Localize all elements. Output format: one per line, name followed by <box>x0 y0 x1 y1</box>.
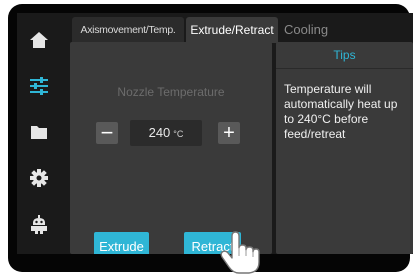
temperature-unit: °C <box>173 129 184 139</box>
gear-icon[interactable] <box>28 167 50 189</box>
tab-cooling[interactable]: Cooling <box>280 17 354 43</box>
nozzle-temperature-field[interactable]: 240 °C <box>130 120 202 146</box>
folder-icon[interactable] <box>28 121 50 143</box>
tab-extrude-retract[interactable]: Extrude/Retract <box>186 17 278 43</box>
tips-title: Tips <box>276 42 413 69</box>
robot-icon[interactable] <box>28 213 50 235</box>
touch-screen: Axismovement/Temp. Extrude/Retract Cooli… <box>17 13 413 254</box>
tab-axis-movement[interactable]: Axismovement/Temp. <box>72 17 184 43</box>
home-icon[interactable] <box>28 29 50 51</box>
increase-temperature-button[interactable]: + <box>218 122 240 144</box>
tips-panel: Tips Temperature will automatically heat… <box>276 42 413 254</box>
extrude-button[interactable]: Extrude <box>94 232 149 254</box>
sliders-icon[interactable] <box>28 75 50 97</box>
tips-text: Temperature will automatically heat up t… <box>284 82 398 141</box>
decrease-temperature-button[interactable]: − <box>96 122 118 144</box>
nozzle-temperature-value: 240 <box>148 125 171 140</box>
tap-hand-icon <box>220 231 260 274</box>
tab-bar: Axismovement/Temp. Extrude/Retract Cooli… <box>72 17 413 43</box>
nozzle-temperature-label: Nozzle Temperature <box>117 85 225 99</box>
extrude-panel: Nozzle Temperature − 240 °C + Extrude Ret… <box>70 42 272 254</box>
sidebar <box>17 13 62 254</box>
